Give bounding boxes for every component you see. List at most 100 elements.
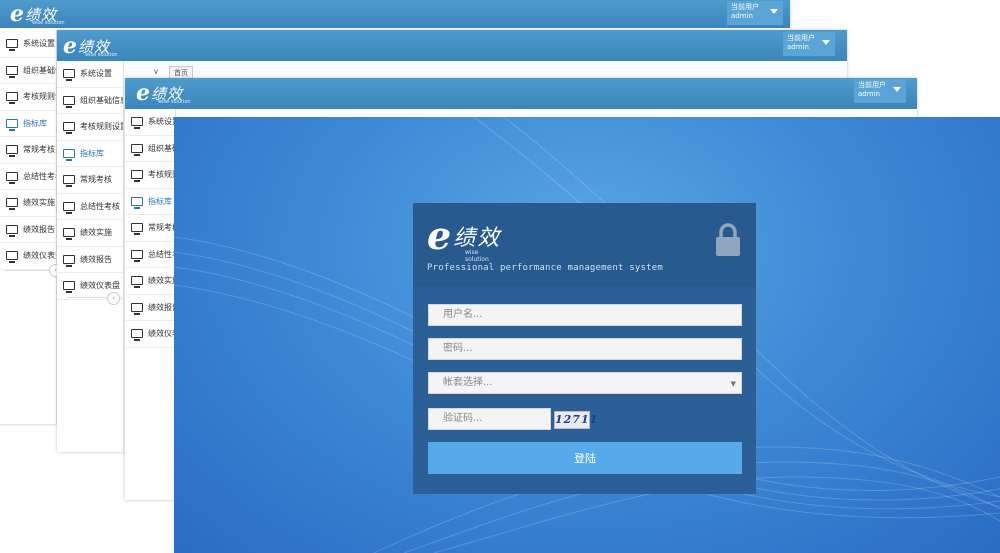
login-panel-header: e 绩效 wise solution Professional performa… — [413, 203, 756, 287]
sidebar-item-label: 绩效实施 — [148, 276, 175, 286]
password-field[interactable]: 密码... — [428, 338, 742, 360]
sidebar-item[interactable]: 考核规则设 — [0, 84, 56, 111]
brand-sub: wise solution — [158, 99, 191, 105]
chevron-down-icon: ▼ — [730, 380, 736, 388]
collapse-sidebar-icon[interactable]: ‹ — [107, 292, 120, 305]
sidebar-item[interactable]: 绩效报告 — [57, 247, 123, 273]
sidebar-item-label: 绩效仪表盘 — [148, 329, 175, 339]
sidebar-item[interactable]: 总结性考核 — [0, 164, 56, 190]
sidebar-item-label: 指标库 — [80, 148, 104, 158]
sidebar-item[interactable]: 系统设置 — [57, 61, 123, 88]
app-header: e 绩效 wise solution 当前用户 admin — [57, 30, 847, 61]
monitor-icon — [6, 171, 18, 184]
sidebar-item-label: 考核规则设置 — [80, 122, 123, 132]
sidebar-item-label: 常规考核 — [80, 175, 112, 185]
login-button[interactable]: 登陆 — [428, 442, 742, 474]
sidebar-item[interactable]: 绩效报告 — [0, 217, 56, 243]
brand-sub: wise solution — [85, 52, 118, 58]
chevron-down-icon[interactable]: ∨ — [153, 67, 159, 76]
brand-logo: e 绩效 wise solution — [427, 217, 502, 264]
brand-sub: wise solution — [32, 20, 65, 26]
monitor-icon — [63, 69, 75, 82]
sidebar-item[interactable]: 指标库 — [0, 111, 56, 137]
sidebar-item[interactable]: 常规考核 — [0, 137, 56, 164]
monitor-icon — [131, 223, 143, 236]
sidebar-item[interactable]: 绩效实施 — [57, 220, 123, 247]
brand-name: 绩效 — [453, 226, 502, 251]
monitor-icon — [131, 170, 143, 183]
sidebar-item[interactable]: 指标库 — [57, 141, 123, 167]
sidebar-item[interactable]: 常规考核 — [125, 215, 175, 242]
user-menu[interactable]: 当前用户 admin — [854, 79, 906, 103]
user-menu[interactable]: 当前用户 admin — [727, 1, 783, 25]
sidebar-item[interactable]: 组织基础信息 — [57, 88, 123, 114]
sidebar-item-label: 绩效仪表盘 — [80, 281, 120, 291]
monitor-icon — [63, 228, 75, 241]
sidebar-item-label: 系统设置 — [23, 39, 55, 49]
password-placeholder: 密码... — [443, 343, 473, 354]
sidebar-item[interactable]: 组织基础信息 — [125, 136, 175, 162]
sidebar-item-label: 绩效实施 — [80, 228, 112, 238]
sidebar-item[interactable]: 绩效实施 — [125, 268, 175, 295]
brand-logo: e 绩效 wise solution — [63, 35, 118, 58]
monitor-icon — [131, 249, 143, 262]
monitor-icon — [6, 92, 18, 105]
sidebar-item[interactable]: 总结性考核 — [57, 194, 123, 220]
brand-logo: e 绩效 wise solution — [136, 80, 191, 106]
sidebar-item-label: 考核规则设置 — [148, 170, 175, 180]
sidebar-item-label: 考核规则设 — [23, 92, 56, 102]
sidebar-item-label: 系统设置 — [80, 69, 112, 79]
sidebar: 系统设置组织基础信息考核规则设置指标库常规考核总结性考核绩效实施绩效报告绩效仪表… — [57, 61, 124, 452]
monitor-icon — [63, 148, 75, 161]
monitor-icon — [6, 118, 18, 131]
chevron-down-icon — [770, 9, 778, 14]
monitor-icon — [63, 281, 75, 294]
sidebar-item[interactable]: 指标库 — [125, 189, 175, 215]
sidebar-item-label: 指标库 — [23, 118, 47, 128]
app-header: e 绩效 wise solution 当前用户 admin — [125, 78, 917, 109]
login-panel: e 绩效 wise solution Professional performa… — [413, 203, 756, 494]
sidebar-item-label: 绩效仪表盘 — [23, 251, 56, 261]
sidebar-item[interactable]: 系统设置 — [125, 109, 175, 136]
tab-home-label: 首页 — [174, 69, 188, 77]
sidebar-item[interactable]: 组织基础信 — [0, 58, 56, 84]
monitor-icon — [6, 39, 18, 52]
app-header: e 绩效 wise solution 当前用户 admin — [0, 0, 790, 28]
sidebar-item-label: 绩效实施 — [23, 198, 55, 208]
sidebar-item-label: 组织基础信息 — [148, 143, 175, 153]
monitor-icon — [63, 95, 75, 108]
monitor-icon — [6, 65, 18, 78]
monitor-icon — [63, 254, 75, 267]
account-select[interactable]: 帐套选择... ▼ — [428, 372, 742, 394]
sidebar-item[interactable]: 绩效仪表盘 — [0, 243, 56, 270]
monitor-icon — [131, 329, 143, 342]
monitor-icon — [63, 122, 75, 135]
username-field[interactable]: 用户名... — [428, 304, 742, 326]
sidebar-item-label: 绩效报告 — [23, 224, 55, 234]
brand-sub: wise solution — [465, 249, 489, 263]
sidebar-item-label: 常规考核 — [148, 223, 175, 233]
chevron-down-icon — [822, 40, 830, 45]
sidebar-item[interactable]: 考核规则设置 — [125, 162, 175, 189]
sidebar-item[interactable]: 绩效实施 — [0, 190, 56, 217]
sidebar-item[interactable]: 绩效仪表盘 — [125, 321, 175, 348]
login-tagline: Professional performance management syst… — [427, 263, 663, 273]
sidebar-item[interactable]: 绩效报告 — [125, 295, 175, 321]
user-menu[interactable]: 当前用户 admin — [783, 32, 835, 56]
captcha-image[interactable]: 12711 — [554, 411, 597, 429]
brand-e: e — [136, 80, 150, 106]
sidebar-item[interactable]: 常规考核 — [57, 167, 123, 194]
monitor-icon — [63, 201, 75, 214]
sidebar: 系统设置组织基础信考核规则设指标库常规考核总结性考核绩效实施绩效报告绩效仪表盘 — [0, 31, 57, 424]
captcha-field[interactable]: 验证码... — [428, 408, 551, 430]
sidebar-item[interactable]: 总结性考核 — [125, 242, 175, 268]
monitor-icon — [6, 224, 18, 237]
brand-e: e — [10, 1, 24, 27]
sidebar-item-label: 系统设置 — [148, 117, 175, 127]
sidebar-item-label: 组织基础信 — [23, 65, 56, 75]
sidebar-divider — [4, 270, 54, 271]
sidebar-item[interactable]: 考核规则设置 — [57, 114, 123, 141]
sidebar-item[interactable]: 系统设置 — [0, 31, 56, 58]
chevron-down-icon — [893, 87, 901, 92]
sidebar-item-label: 总结性考核 — [148, 249, 175, 259]
